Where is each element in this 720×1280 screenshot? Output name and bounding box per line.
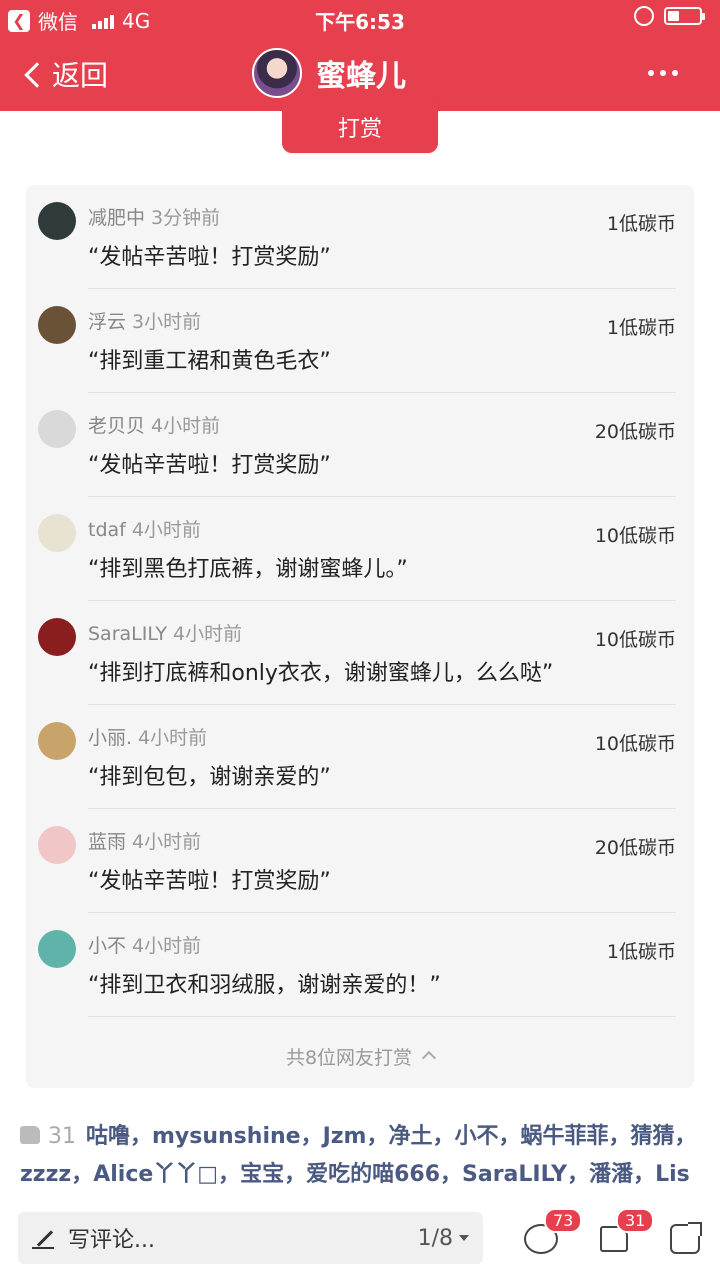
reward-amount: 1低碳币 (606, 317, 676, 339)
reward-amount: 1低碳币 (606, 941, 676, 963)
likes-badge: 31 (616, 1208, 655, 1233)
back-button[interactable]: 返回 (24, 54, 109, 94)
user-name[interactable]: SaraLILY (88, 623, 167, 645)
page-indicator: 1/8 (417, 1225, 453, 1251)
rotation-lock-icon (634, 6, 654, 26)
avatar[interactable] (38, 202, 76, 240)
reward-item[interactable]: tdaf 4小时前 10低碳币 “排到黑色打底裤，谢谢蜜蜂儿。” (26, 497, 694, 601)
avatar[interactable] (38, 618, 76, 656)
avatar[interactable] (38, 306, 76, 344)
reward-amount: 10低碳币 (594, 525, 676, 547)
reward-item[interactable]: 蓝雨 4小时前 20低碳币 “发帖辛苦啦！打赏奖励” (26, 809, 694, 913)
reward-list-panel: 减肥中 3分钟前 1低碳币 “发帖辛苦啦！打赏奖励” 浮云 3小时前 1低碳币 “排… (26, 185, 694, 1088)
user-name[interactable]: 小不 (88, 935, 126, 957)
reward-time: 4小时前 (131, 519, 201, 541)
reward-message: “排到卫衣和羽绒服，谢谢亲爱的！” (88, 973, 441, 998)
more-icon[interactable] (648, 70, 678, 76)
comments-badge: 73 (544, 1208, 583, 1233)
reward-meta: 小丽. 4小时前 (88, 723, 207, 750)
reward-item[interactable]: 浮云 3小时前 1低碳币 “排到重工裙和黄色毛衣” (26, 289, 694, 393)
rewards-summary-toggle[interactable]: 共8位网友打赏 (26, 1043, 694, 1070)
reward-item[interactable]: 老贝贝 4小时前 20低碳币 “发帖辛苦啦！打赏奖励” (26, 393, 694, 497)
reward-time: 4小时前 (151, 415, 221, 437)
status-time: 下午6:53 (315, 10, 405, 34)
reward-time: 4小时前 (132, 935, 202, 957)
battery-level (668, 11, 679, 21)
reward-time: 4小时前 (132, 831, 202, 853)
reward-meta: 减肥中 3分钟前 (88, 203, 220, 230)
like-button[interactable]: 31 (594, 1208, 655, 1258)
chevron-left-icon (24, 62, 50, 88)
reward-item[interactable]: SaraLILY 4小时前 10低碳币 “排到打底裤和only衣衣，谢谢蜜蜂儿，么… (26, 601, 694, 705)
reward-time: 3分钟前 (151, 207, 221, 229)
reward-time: 4小时前 (138, 727, 208, 749)
avatar[interactable] (38, 930, 76, 968)
reward-message: “排到包包，谢谢亲爱的” (88, 765, 331, 790)
share-icon (670, 1222, 702, 1254)
likes-list: 31 咕噜，mysunshine，Jzm，净土，小不，蜗牛菲菲，猜猜，zzzz，A… (20, 1118, 700, 1194)
status-right (634, 6, 705, 26)
user-name[interactable]: 蓝雨 (88, 831, 126, 853)
avatar[interactable] (38, 826, 76, 864)
reward-meta: 蓝雨 4小时前 (88, 827, 201, 854)
reward-amount: 10低碳币 (594, 733, 676, 755)
reward-item[interactable]: 小丽. 4小时前 10低碳币 “排到包包，谢谢亲爱的” (26, 705, 694, 809)
caret-down-icon (459, 1235, 469, 1241)
chevron-up-icon (421, 1050, 437, 1066)
reward-message: “排到黑色打底裤，谢谢蜜蜂儿。” (88, 557, 408, 582)
reward-button[interactable]: 打赏 (282, 100, 438, 153)
avatar[interactable] (38, 514, 76, 552)
reward-time: 4小时前 (173, 623, 243, 645)
reward-message: “排到重工裙和黄色毛衣” (88, 349, 331, 374)
comment-button[interactable]: 73 (522, 1208, 583, 1258)
share-button[interactable] (666, 1218, 706, 1258)
author-header[interactable]: 蜜蜂儿 (252, 48, 406, 98)
reward-meta: 浮云 3小时前 (88, 307, 201, 334)
user-name[interactable]: tdaf (88, 519, 126, 541)
pen-icon (32, 1227, 54, 1249)
author-avatar[interactable] (252, 48, 302, 98)
comment-placeholder: 写评论... (68, 1228, 155, 1253)
back-label: 返回 (52, 59, 109, 92)
rewards-summary-text: 共8位网友打赏 (285, 1047, 413, 1069)
status-bar: ❮ 微信 4G 下午6:53 (0, 0, 720, 36)
page-title: 蜜蜂儿 (316, 59, 406, 94)
divider (88, 1016, 676, 1017)
likes-count: 31 (48, 1124, 76, 1149)
top-bar: ❮ 微信 4G 下午6:53 返回 蜜蜂儿 (0, 0, 720, 111)
user-name[interactable]: 浮云 (88, 311, 126, 333)
reward-amount: 1低碳币 (606, 213, 676, 235)
reward-message: “排到打底裤和only衣衣，谢谢蜜蜂儿，么么哒” (88, 661, 554, 686)
reward-message: “发帖辛苦啦！打赏奖励” (88, 869, 331, 894)
reward-message: “发帖辛苦啦！打赏奖励” (88, 245, 331, 270)
bottom-action-bar: 写评论... 1/8 73 31 (0, 1200, 720, 1280)
reward-meta: 老贝贝 4小时前 (88, 411, 220, 438)
reward-message: “发帖辛苦啦！打赏奖励” (88, 453, 331, 478)
reward-meta: tdaf 4小时前 (88, 515, 201, 542)
user-name[interactable]: 小丽. (88, 727, 132, 749)
reward-amount: 20低碳币 (594, 837, 676, 859)
comment-input[interactable]: 写评论... 1/8 (18, 1212, 483, 1264)
reward-time: 3小时前 (132, 311, 202, 333)
reward-item[interactable]: 小不 4小时前 1低碳币 “排到卫衣和羽绒服，谢谢亲爱的！” (26, 913, 694, 1017)
reward-meta: 小不 4小时前 (88, 931, 201, 958)
battery-icon (664, 7, 705, 25)
reward-amount: 20低碳币 (594, 421, 676, 443)
reward-meta: SaraLILY 4小时前 (88, 619, 242, 646)
liker-names[interactable]: 咕噜，mysunshine，Jzm，净土，小不，蜗牛菲菲，猜猜，zzzz，Ali… (20, 1124, 696, 1187)
reward-amount: 10低碳币 (594, 629, 676, 651)
reward-item[interactable]: 减肥中 3分钟前 1低碳币 “发帖辛苦啦！打赏奖励” (26, 185, 694, 289)
avatar[interactable] (38, 410, 76, 448)
page-selector[interactable]: 1/8 (418, 1226, 469, 1251)
user-name[interactable]: 减肥中 (88, 207, 145, 229)
thumb-up-icon (20, 1126, 40, 1144)
avatar[interactable] (38, 722, 76, 760)
user-name[interactable]: 老贝贝 (88, 415, 145, 437)
